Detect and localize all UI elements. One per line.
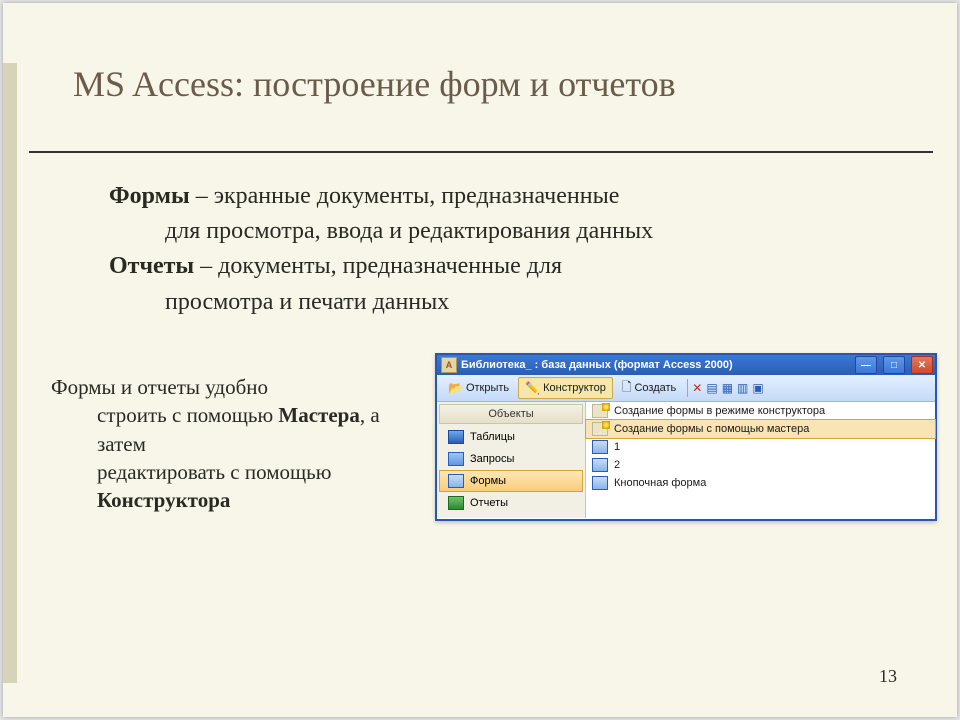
open-icon: 📂 [448, 381, 463, 395]
list-item[interactable]: 1 [586, 438, 935, 456]
toolbar-separator [687, 379, 688, 397]
nav-item-reports[interactable]: Отчеты [439, 492, 583, 514]
term-forms: Формы [109, 183, 190, 209]
list-item[interactable]: Кнопочная форма [586, 474, 935, 492]
list-item[interactable]: Создание формы с помощью мастера [586, 420, 935, 438]
term-wizard: Мастера [278, 403, 359, 427]
minimize-button[interactable]: — [855, 356, 877, 374]
list-item[interactable]: 2 [586, 456, 935, 474]
report-icon [448, 496, 464, 510]
objects-header[interactable]: Объекты [439, 404, 583, 424]
page-number: 13 [879, 666, 897, 687]
large-icons-view-icon[interactable]: ▣ [752, 381, 763, 395]
objects-list: Создание формы в режиме конструктора Соз… [586, 402, 935, 518]
text: – экранные документы, предназначенные [190, 183, 620, 209]
create-button[interactable]: 🗋 Создать [615, 377, 683, 399]
term-designer: Конструктора [51, 486, 411, 514]
slide-title: MS Access: построение форм и отчетов [73, 63, 676, 105]
definitions-block: Формы – экранные документы, предназначен… [109, 181, 899, 322]
wizard-icon [592, 404, 608, 418]
close-button[interactable]: ✕ [911, 356, 933, 374]
nav-item-tables[interactable]: Таблицы [439, 426, 583, 448]
nav-item-forms[interactable]: Формы [439, 470, 583, 492]
details-view-icon[interactable]: ▦ [722, 381, 733, 395]
icons-view-icon[interactable]: ▥ [737, 381, 748, 395]
designer-button[interactable]: ✏️ Конструктор [518, 377, 613, 399]
form-icon [448, 474, 464, 488]
hint-line1: Формы и отчеты удобно [51, 373, 411, 401]
access-db-window: A Библиотека_ : база данных (формат Acce… [435, 353, 937, 521]
window-toolbar: 📂 Открыть ✏️ Конструктор 🗋 Создать ✕ ▤ ▦… [437, 375, 935, 402]
hint-line3: редактировать с помощью [51, 458, 411, 486]
objects-panel: Объекты Таблицы Запросы Формы Отчеты [437, 402, 586, 518]
term-reports: Отчеты [109, 253, 194, 279]
create-icon: 🗋 [622, 378, 632, 399]
definition-reports-cont: просмотра и печати данных [109, 287, 899, 318]
window-title: Библиотека_ : база данных (формат Access… [461, 359, 733, 371]
maximize-button[interactable]: □ [883, 356, 905, 374]
nav-item-queries[interactable]: Запросы [439, 448, 583, 470]
window-body: Объекты Таблицы Запросы Формы Отчеты [437, 402, 935, 518]
title-divider [29, 151, 933, 153]
form-item-icon [592, 476, 608, 490]
definition-reports: Отчеты – документы, предназначенные для [109, 251, 899, 282]
designer-icon: ✏️ [525, 381, 540, 395]
list-item[interactable]: Создание формы в режиме конструктора [586, 402, 935, 420]
window-titlebar[interactable]: A Библиотека_ : база данных (формат Acce… [437, 355, 935, 375]
delete-icon[interactable]: ✕ [692, 381, 702, 395]
definition-forms-cont: для просмотра, ввода и редактирования да… [109, 216, 899, 247]
hint-block: Формы и отчеты удобно строить с помощью … [51, 373, 411, 515]
slide: MS Access: построение форм и отчетов Фор… [3, 3, 957, 717]
toolbar-icon-group: ✕ ▤ ▦ ▥ ▣ [692, 381, 763, 395]
form-item-icon [592, 458, 608, 472]
list-view-icon[interactable]: ▤ [706, 381, 717, 395]
open-button[interactable]: 📂 Открыть [441, 377, 516, 399]
table-icon [448, 430, 464, 444]
text: – документы, предназначенные для [194, 253, 562, 279]
app-icon: A [441, 357, 457, 373]
form-item-icon [592, 440, 608, 454]
definition-forms: Формы – экранные документы, предназначен… [109, 181, 899, 212]
wizard-icon [592, 422, 608, 436]
hint-line2: строить с помощью Мастера, а затем [51, 401, 411, 458]
query-icon [448, 452, 464, 466]
left-accent-bar [3, 63, 17, 683]
